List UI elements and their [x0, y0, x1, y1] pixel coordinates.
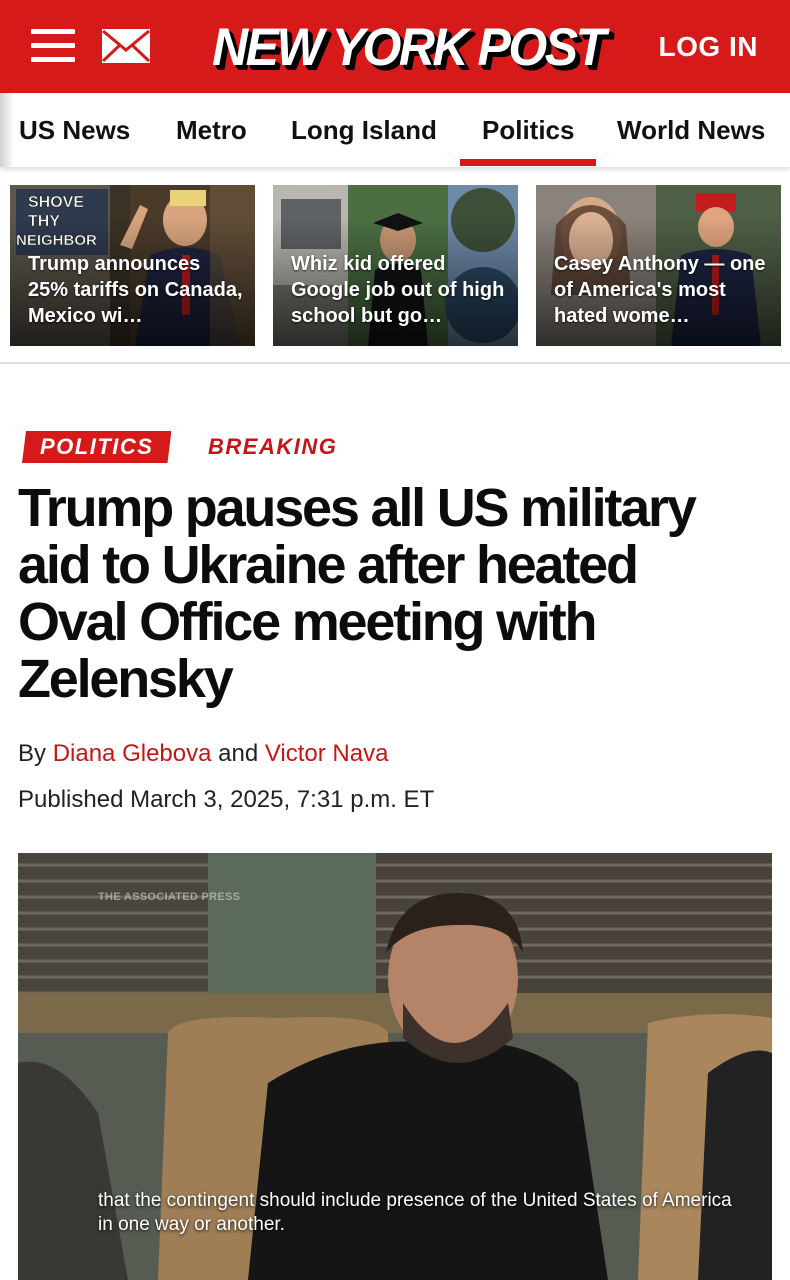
top-header-bar: NEW YORK POST LOG IN — [0, 0, 790, 93]
trending-caption: Casey Anthony — one of America's most ha… — [554, 253, 766, 327]
section-nav: US News Metro Long Island Politics World… — [0, 93, 790, 167]
logo-text: NEW YORK POST — [212, 17, 606, 77]
byline: By Diana Glebova and Victor Nava — [18, 740, 388, 768]
svg-text:SHOVE: SHOVE — [28, 194, 84, 211]
nav-item-world-news[interactable]: World News — [617, 115, 765, 146]
article-video[interactable]: THE ASSOCIATED PRESS that the contingent… — [18, 853, 772, 1280]
article-headline: Trump pauses all US military aid to Ukra… — [18, 478, 697, 709]
nav-item-metro[interactable]: Metro — [176, 115, 247, 146]
svg-text:THY: THY — [28, 213, 60, 230]
trending-caption: Trump announces 25% tariffs on Canada, M… — [28, 253, 243, 327]
hamburger-menu-icon[interactable] — [31, 29, 75, 63]
trending-strip: SHOVE THY NEIGHBOR Trump announces 25% t… — [0, 168, 790, 364]
author-link-2[interactable]: Victor Nava — [265, 740, 389, 767]
section-tag-politics[interactable]: POLITICS — [22, 431, 171, 463]
byline-prefix: By — [18, 740, 47, 767]
mail-icon[interactable] — [100, 27, 152, 65]
trending-card-casey-anthony[interactable]: Casey Anthony — one of America's most ha… — [536, 185, 781, 346]
nypost-logo[interactable]: NEW YORK POST — [212, 14, 606, 78]
nav-item-long-island[interactable]: Long Island — [291, 115, 437, 146]
trending-card-tariffs[interactable]: SHOVE THY NEIGHBOR Trump announces 25% t… — [10, 185, 255, 346]
nav-item-politics[interactable]: Politics — [482, 115, 574, 146]
nav-item-us-news[interactable]: US News — [19, 115, 130, 146]
video-watermark: THE ASSOCIATED PRESS — [98, 891, 241, 903]
video-subtitle: that the contingent should include prese… — [98, 1190, 732, 1235]
byline-joiner: and — [218, 740, 259, 767]
published-date: Published March 3, 2025, 7:31 p.m. ET — [18, 786, 435, 813]
active-tab-indicator — [460, 159, 596, 166]
shove-thy-neighbor-graphic: SHOVE THY NEIGHBOR — [16, 194, 98, 250]
trending-card-whiz-kid[interactable]: Whiz kid offered Google job out of high … — [273, 185, 518, 346]
login-button[interactable]: LOG IN — [659, 31, 758, 63]
author-link-1[interactable]: Diana Glebova — [53, 740, 212, 767]
breaking-tag: BREAKING — [208, 434, 338, 459]
svg-text:NEIGHBOR: NEIGHBOR — [16, 232, 97, 249]
nav-scroll-fade — [0, 93, 14, 167]
trending-caption: Whiz kid offered Google job out of high … — [291, 253, 505, 327]
